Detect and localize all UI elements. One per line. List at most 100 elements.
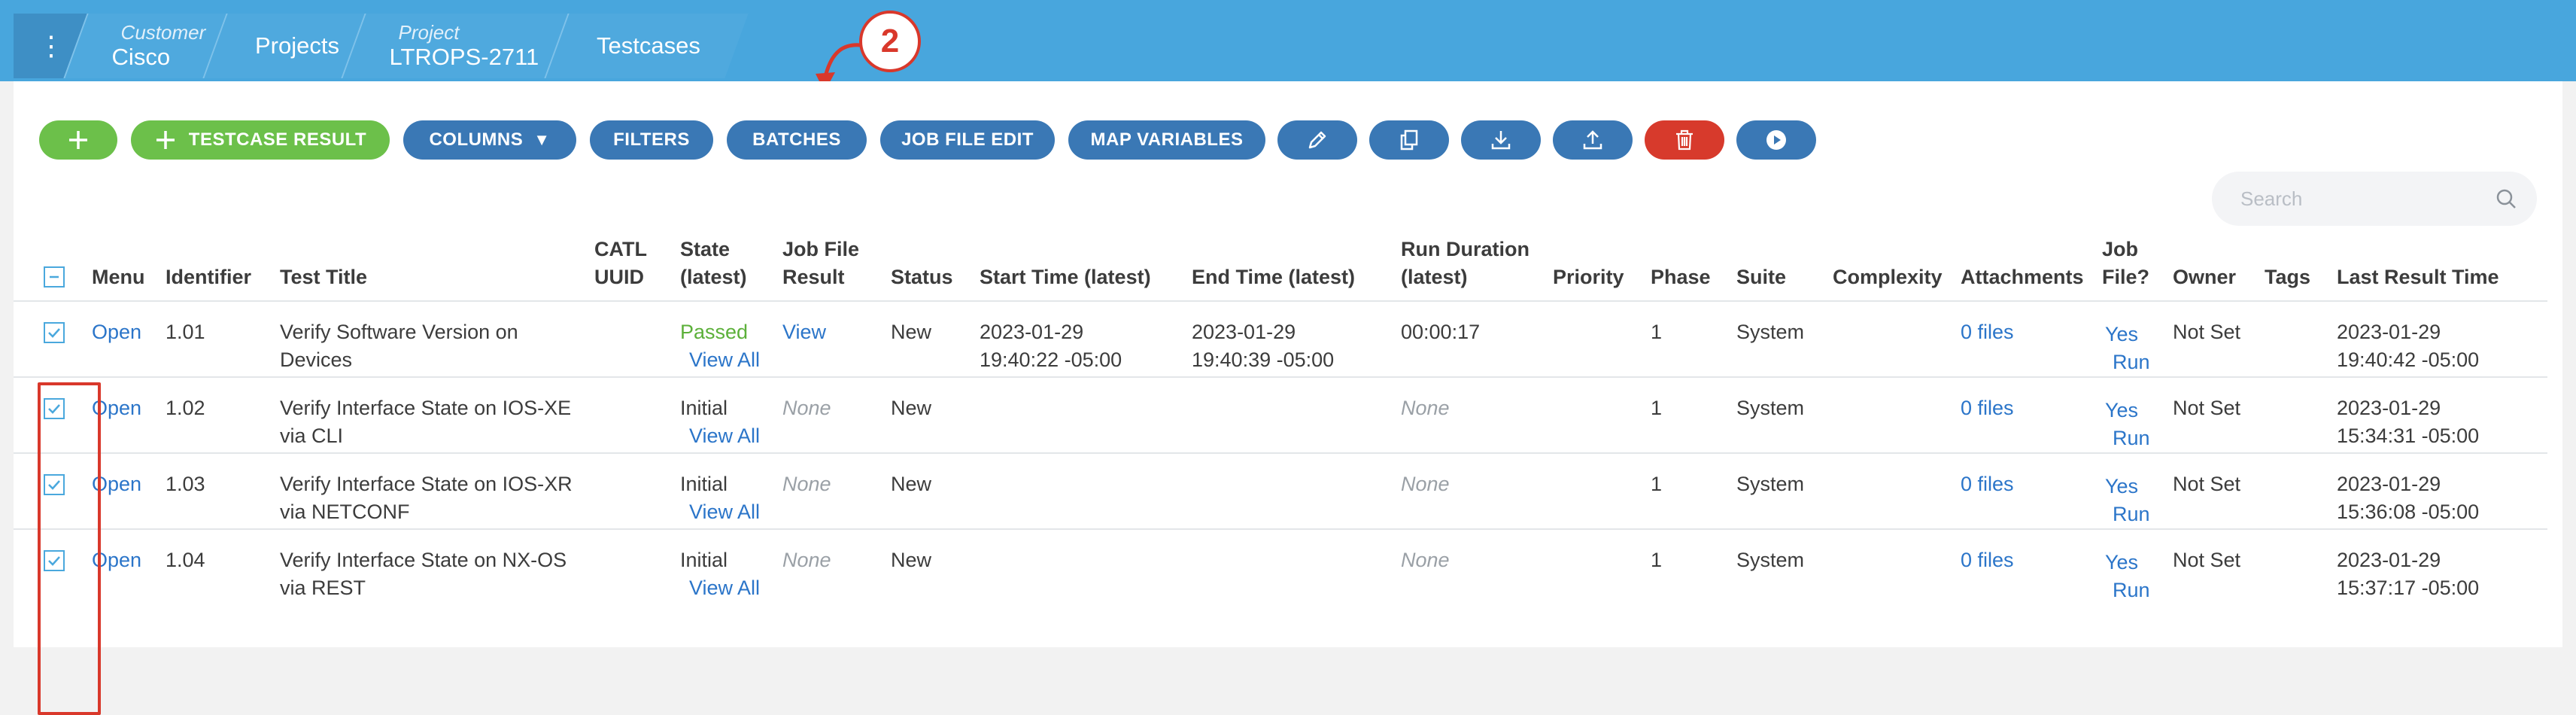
column-header-priority[interactable]: Priority [1553, 236, 1651, 301]
job-file-result-cell: None [782, 453, 891, 529]
column-header-identifier[interactable]: Identifier [166, 236, 280, 301]
identifier-cell: 1.02 [166, 397, 205, 419]
start-time-cell [980, 453, 1192, 529]
duration-value: None [1401, 397, 1450, 419]
run-duration-cell: None [1401, 377, 1553, 453]
annotation-highlight-box [38, 382, 101, 715]
columns-label: COLUMNS [429, 129, 524, 150]
breadcrumb-value: Testcases [597, 32, 701, 59]
breadcrumb-value: Projects [254, 32, 339, 59]
view-all-link[interactable]: View All [680, 498, 782, 526]
priority-cell [1553, 529, 1651, 604]
upload-icon [1583, 130, 1602, 150]
title-line: Verify Software Version on [280, 321, 518, 343]
job-file-yes-link[interactable]: Yes [2102, 321, 2173, 348]
column-header-tags[interactable]: Tags [2265, 236, 2337, 301]
run-button[interactable] [1736, 120, 1816, 160]
tags-cell [2265, 453, 2337, 529]
search-input[interactable] [2239, 186, 2495, 211]
owner-cell: Not Set [2173, 473, 2241, 495]
run-link[interactable]: Run [2102, 424, 2173, 452]
column-header-complexity[interactable]: Complexity [1833, 236, 1961, 301]
run-link[interactable]: Run [2102, 500, 2173, 528]
columns-button[interactable]: COLUMNS ▼ [403, 120, 576, 160]
column-header-title[interactable]: Test Title [280, 236, 594, 301]
column-header-start-time[interactable]: Start Time (latest) [980, 236, 1192, 301]
identifier-cell: 1.04 [166, 549, 205, 571]
delete-button[interactable] [1645, 120, 1724, 160]
copy-button[interactable] [1369, 120, 1449, 160]
start-time-cell [980, 529, 1192, 604]
suite-cell: System [1736, 549, 1805, 571]
job-file-yes-link[interactable]: Yes [2102, 397, 2173, 424]
table-row: Open 1.01 Verify Software Version on Devi… [14, 301, 2547, 377]
column-header-suite[interactable]: Suite [1736, 236, 1833, 301]
add-button[interactable] [39, 120, 117, 160]
view-all-link[interactable]: View All [680, 574, 782, 602]
job-file-yes-link[interactable]: Yes [2102, 549, 2173, 577]
job-result-value: None [782, 473, 831, 495]
breadcrumb-label: Customer [120, 21, 206, 44]
run-link[interactable]: Run [2102, 577, 2173, 604]
column-header-state[interactable]: State (latest) [680, 236, 782, 301]
column-header-job-file[interactable]: Job File? [2102, 236, 2173, 301]
header-line: Result [782, 266, 845, 288]
job-file-cell: Yes Run [2102, 453, 2173, 529]
column-header-phase[interactable]: Phase [1651, 236, 1736, 301]
breadcrumb-project[interactable]: Project LTROPS-2711 [341, 14, 582, 78]
top-bar: ⋮ Customer Cisco Projects Project LTROPS… [0, 0, 2576, 81]
attachments-link[interactable]: 0 files [1961, 549, 2014, 571]
row-checkbox[interactable] [44, 322, 65, 343]
map-variables-button[interactable]: MAP VARIABLES [1068, 120, 1265, 160]
duration-value: 00:00:17 [1401, 321, 1481, 343]
view-all-link[interactable]: View All [680, 346, 782, 374]
column-header-job-file-result[interactable]: Job File Result [782, 236, 891, 301]
job-file-edit-button[interactable]: JOB FILE EDIT [880, 120, 1055, 160]
status-cell: New [891, 473, 932, 495]
testcase-result-button[interactable]: TESTCASE RESULT [131, 120, 390, 160]
view-all-link[interactable]: View All [680, 422, 782, 450]
phase-cell: 1 [1651, 473, 1663, 495]
download-icon [1491, 131, 1511, 150]
status-cell: New [891, 321, 932, 343]
catl-uuid-cell [594, 377, 680, 453]
open-link[interactable]: Open [92, 321, 141, 343]
run-duration-cell: 00:00:17 [1401, 301, 1553, 377]
column-header-catl-uuid[interactable]: CATL UUID [594, 236, 680, 301]
state-value: Initial [680, 473, 728, 495]
edit-button[interactable] [1277, 120, 1357, 160]
column-header-menu[interactable]: Menu [92, 236, 166, 301]
header-line: CATL [594, 238, 647, 260]
filters-button[interactable]: FILTERS [590, 120, 713, 160]
column-header-end-time[interactable]: End Time (latest) [1192, 236, 1401, 301]
column-header-owner[interactable]: Owner [2173, 236, 2265, 301]
run-link[interactable]: Run [2102, 348, 2173, 376]
attachments-link[interactable]: 0 files [1961, 473, 2014, 495]
phase-cell: 1 [1651, 397, 1663, 419]
column-header-last-result-time[interactable]: Last Result Time [2337, 236, 2547, 301]
breadcrumb-testcases[interactable]: Testcases [544, 14, 749, 78]
title-cell: Verify Interface State on NX-OS via REST [280, 529, 594, 604]
attachments-link[interactable]: 0 files [1961, 321, 2014, 343]
header-line: Run Duration [1401, 238, 1530, 260]
run-duration-cell: None [1401, 529, 1553, 604]
job-result-value[interactable]: View [782, 321, 826, 343]
column-header-status[interactable]: Status [891, 236, 980, 301]
status-cell: New [891, 549, 932, 571]
job-file-yes-link[interactable]: Yes [2102, 473, 2173, 500]
search-icon[interactable] [2495, 187, 2517, 210]
attachments-link[interactable]: 0 files [1961, 397, 2014, 419]
header-line: (latest) [680, 266, 747, 288]
upload-button[interactable] [1553, 120, 1633, 160]
batches-button[interactable]: BATCHES [727, 120, 867, 160]
title-line: Verify Interface State on IOS-XE [280, 397, 572, 419]
column-header-attachments[interactable]: Attachments [1961, 236, 2102, 301]
date-line: 2023-01-29 [980, 321, 1084, 343]
select-all-checkbox[interactable] [44, 266, 65, 288]
main-panel: TESTCASE RESULT COLUMNS ▼ FILTERS BATCHE… [14, 81, 2562, 715]
column-header-run-duration[interactable]: Run Duration (latest) [1401, 236, 1553, 301]
download-button[interactable] [1461, 120, 1541, 160]
complexity-cell [1833, 453, 1961, 529]
complexity-cell [1833, 529, 1961, 604]
identifier-cell: 1.01 [166, 321, 205, 343]
